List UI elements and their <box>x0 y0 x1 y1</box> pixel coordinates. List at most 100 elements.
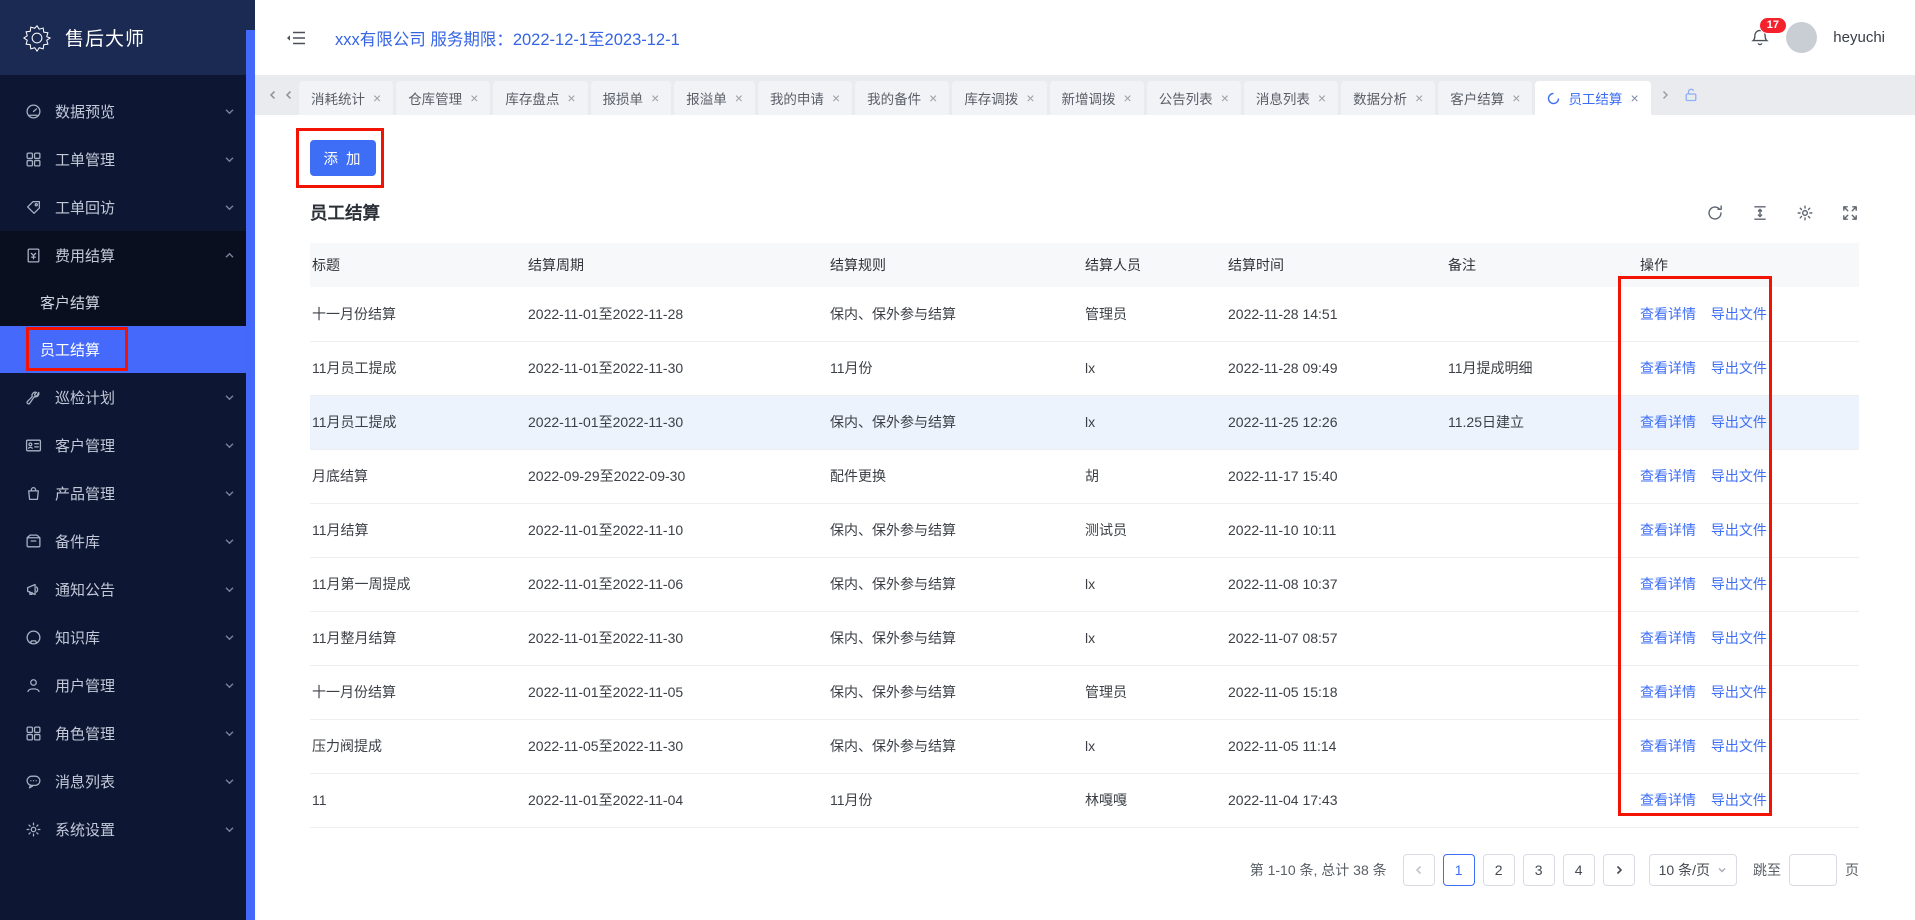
view-details-link[interactable]: 查看详情 <box>1640 414 1696 430</box>
sidebar-item-tags[interactable]: 工单回访 <box>0 183 255 231</box>
close-icon[interactable]: × <box>1124 91 1132 105</box>
sidebar-item-bag[interactable]: 产品管理 <box>0 469 255 517</box>
close-icon[interactable]: × <box>567 91 575 105</box>
tab-11[interactable]: 数据分析 × <box>1341 81 1435 115</box>
chevron-up-icon <box>224 250 235 261</box>
export-file-link[interactable]: 导出文件 <box>1711 522 1767 538</box>
view-details-link[interactable]: 查看详情 <box>1640 522 1696 538</box>
sidebar-item-box[interactable]: 备件库 <box>0 517 255 565</box>
sidebar-item-invoice[interactable]: 费用结算 <box>0 231 255 279</box>
tab-8[interactable]: 新增调拨 × <box>1050 81 1144 115</box>
close-icon[interactable]: × <box>735 91 743 105</box>
sidebar-item-github[interactable]: 知识库 <box>0 613 255 661</box>
view-details-link[interactable]: 查看详情 <box>1640 576 1696 592</box>
close-icon[interactable]: × <box>373 91 381 105</box>
sidebar-subitem-1[interactable]: 员工结算 <box>0 326 255 373</box>
collapse-menu-icon[interactable] <box>285 29 307 47</box>
export-file-link[interactable]: 导出文件 <box>1711 360 1767 376</box>
view-details-link[interactable]: 查看详情 <box>1640 684 1696 700</box>
sidebar-item-message[interactable]: 消息列表 <box>0 757 255 805</box>
app-logo: 售后大师 <box>0 0 255 75</box>
column-header: 操作 <box>1638 243 1859 287</box>
tab-10[interactable]: 消息列表 × <box>1244 81 1338 115</box>
tab-4[interactable]: 报溢单 × <box>674 81 755 115</box>
view-details-link[interactable]: 查看详情 <box>1640 792 1696 808</box>
tab-5[interactable]: 我的申请 × <box>758 81 852 115</box>
page-button-3[interactable]: 3 <box>1523 854 1555 886</box>
cell-period: 2022-11-01至2022-11-30 <box>526 341 828 395</box>
view-details-link[interactable]: 查看详情 <box>1640 306 1696 322</box>
tab-9[interactable]: 公告列表 × <box>1147 81 1241 115</box>
tab-13[interactable]: 员工结算 × <box>1535 81 1650 115</box>
export-file-link[interactable]: 导出文件 <box>1711 414 1767 430</box>
sidebar-item-idcard[interactable]: 客户管理 <box>0 421 255 469</box>
row-density-icon[interactable] <box>1751 204 1769 222</box>
close-icon[interactable]: × <box>1512 91 1520 105</box>
chevron-down-icon <box>224 392 235 403</box>
table-row: 十一月份结算 2022-11-01至2022-11-28 保内、保外参与结算 管… <box>310 287 1859 341</box>
close-icon[interactable]: × <box>1415 91 1423 105</box>
export-file-link[interactable]: 导出文件 <box>1711 630 1767 646</box>
cell-remark <box>1446 611 1638 665</box>
tab-3[interactable]: 报损单 × <box>591 81 672 115</box>
tab-12[interactable]: 客户结算 × <box>1438 81 1532 115</box>
sidebar-item-gauge[interactable]: 数据预览 <box>0 87 255 135</box>
column-header: 结算时间 <box>1226 243 1446 287</box>
page-button-1[interactable]: 1 <box>1443 854 1475 886</box>
export-file-link[interactable]: 导出文件 <box>1711 468 1767 484</box>
page-button-2[interactable]: 2 <box>1483 854 1515 886</box>
export-file-link[interactable]: 导出文件 <box>1711 306 1767 322</box>
close-icon[interactable]: × <box>651 91 659 105</box>
sidebar-item-gear[interactable]: 系统设置 <box>0 805 255 853</box>
export-file-link[interactable]: 导出文件 <box>1711 684 1767 700</box>
export-file-link[interactable]: 导出文件 <box>1711 576 1767 592</box>
user-avatar[interactable] <box>1786 22 1817 53</box>
close-icon[interactable]: × <box>470 91 478 105</box>
sidebar-scrollbar[interactable] <box>246 30 255 920</box>
export-file-link[interactable]: 导出文件 <box>1711 792 1767 808</box>
view-details-link[interactable]: 查看详情 <box>1640 630 1696 646</box>
app-title: 售后大师 <box>65 24 145 51</box>
column-settings-gear-icon[interactable] <box>1796 204 1814 222</box>
chevron-left-icon[interactable] <box>267 89 279 101</box>
fullscreen-icon[interactable] <box>1841 204 1859 222</box>
close-icon[interactable]: × <box>1221 91 1229 105</box>
next-page-button[interactable] <box>1603 854 1635 886</box>
close-icon[interactable]: × <box>1318 91 1326 105</box>
tab-1[interactable]: 仓库管理 × <box>396 81 490 115</box>
chevron-right-icon[interactable] <box>1659 89 1671 101</box>
tab-7[interactable]: 库存调拨 × <box>952 81 1046 115</box>
table-row: 月底结算 2022-09-29至2022-09-30 配件更换 胡 2022-1… <box>310 449 1859 503</box>
add-button[interactable]: 添 加 <box>310 140 376 176</box>
tab-2[interactable]: 库存盘点 × <box>493 81 587 115</box>
cell-remark <box>1446 773 1638 827</box>
notification-bell-icon[interactable]: 17 <box>1750 28 1770 48</box>
page-size-select[interactable]: 10 条/页 <box>1649 854 1737 886</box>
cell-period: 2022-11-01至2022-11-06 <box>526 557 828 611</box>
view-details-link[interactable]: 查看详情 <box>1640 738 1696 754</box>
cell-person: lx <box>1083 611 1226 665</box>
sidebar-item-roles-grid[interactable]: 角色管理 <box>0 709 255 757</box>
sidebar-item-megaphone[interactable]: 通知公告 <box>0 565 255 613</box>
prev-page-button[interactable] <box>1403 854 1435 886</box>
close-icon[interactable]: × <box>1026 91 1034 105</box>
tab-0[interactable]: 消耗统计 × <box>299 81 393 115</box>
export-file-link[interactable]: 导出文件 <box>1711 738 1767 754</box>
view-details-link[interactable]: 查看详情 <box>1640 360 1696 376</box>
cell-time: 2022-11-10 10:11 <box>1226 503 1446 557</box>
view-details-link[interactable]: 查看详情 <box>1640 468 1696 484</box>
bag-icon <box>25 485 42 502</box>
jump-page-input[interactable] <box>1789 854 1837 886</box>
sidebar-item-wrench[interactable]: 巡检计划 <box>0 373 255 421</box>
close-icon[interactable]: × <box>1630 91 1638 105</box>
lock-icon[interactable] <box>1683 87 1699 103</box>
refresh-icon[interactable] <box>1706 204 1724 222</box>
page-button-4[interactable]: 4 <box>1563 854 1595 886</box>
close-icon[interactable]: × <box>929 91 937 105</box>
close-icon[interactable]: × <box>832 91 840 105</box>
sidebar-item-user[interactable]: 用户管理 <box>0 661 255 709</box>
sidebar-item-grid[interactable]: 工单管理 <box>0 135 255 183</box>
sidebar-subitem-0[interactable]: 客户结算 <box>0 279 255 326</box>
tab-6[interactable]: 我的备件 × <box>855 81 949 115</box>
chevron-left-icon-2[interactable] <box>283 89 295 101</box>
